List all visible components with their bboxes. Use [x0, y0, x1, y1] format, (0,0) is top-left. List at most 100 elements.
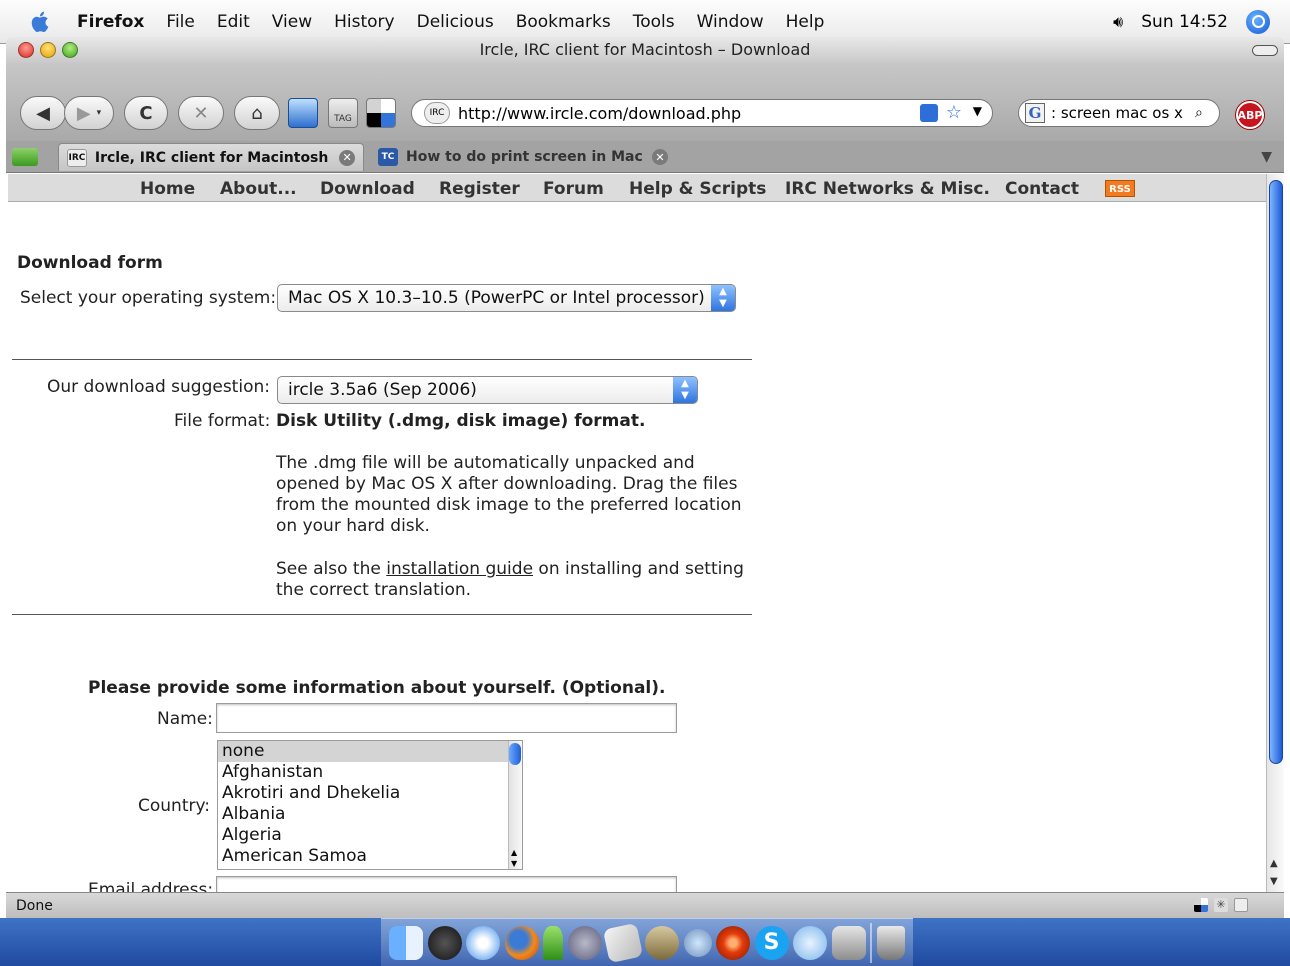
site-identity-icon[interactable]: IRC — [424, 102, 450, 124]
scroll-up-icon[interactable]: ▲ — [1270, 858, 1278, 869]
nav-register[interactable]: Register — [439, 179, 520, 199]
gimp-icon[interactable] — [644, 925, 679, 960]
nav-about[interactable]: About... — [220, 179, 297, 199]
firefox-icon[interactable] — [504, 925, 539, 960]
search-bar[interactable]: G : screen mac os x ⌕ — [1018, 99, 1220, 127]
menu-file[interactable]: File — [155, 10, 205, 34]
google-search-engine-icon[interactable]: G — [1025, 103, 1045, 123]
menu-tools[interactable]: Tools — [622, 10, 686, 34]
window-minimize-button[interactable] — [40, 42, 56, 58]
dashboard-icon[interactable] — [427, 925, 462, 960]
skype-icon[interactable]: S — [754, 925, 789, 960]
list-item[interactable]: Afghanistan — [218, 762, 522, 783]
snowflake-icon[interactable]: ✳ — [1214, 898, 1228, 912]
menu-help[interactable]: Help — [775, 10, 836, 34]
installation-note-prefix: See also the — [276, 559, 387, 579]
country-listbox[interactable]: none Afghanistan Akrotiri and Dhekelia A… — [217, 740, 523, 870]
bookmark-toolbar-icon[interactable] — [288, 98, 318, 128]
history-dropdown-icon[interactable]: ▾ — [97, 108, 102, 118]
menu-delicious[interactable]: Delicious — [406, 10, 505, 34]
tab-ircle-title: Ircle, IRC client for Macintosh -... — [94, 149, 330, 166]
rss-badge[interactable]: RSS — [1105, 180, 1135, 197]
tab-print-screen-title: How to do print screen in Mac ... — [406, 149, 642, 165]
new-tab-icon[interactable] — [12, 148, 38, 166]
name-field[interactable] — [216, 703, 677, 733]
adblock-plus-icon[interactable]: ABP — [1236, 101, 1264, 129]
calculator-icon[interactable] — [831, 925, 866, 960]
nav-help-scripts[interactable]: Help & Scripts — [629, 179, 766, 199]
tab-list-icon[interactable]: ▼ — [1261, 149, 1272, 165]
spotlight-icon[interactable] — [1246, 10, 1270, 34]
system-preferences-icon[interactable] — [567, 925, 602, 960]
country-label: Country: — [138, 796, 211, 816]
scroll-down-icon[interactable]: ▼ — [1270, 876, 1278, 887]
menu-view[interactable]: View — [261, 10, 323, 34]
nav-home[interactable]: Home — [140, 179, 195, 199]
listbox-scrollbar[interactable]: ▲ ▼ — [508, 741, 522, 869]
volume-icon[interactable]: 🔊︎ — [1113, 12, 1123, 32]
finder-icon[interactable] — [389, 925, 424, 960]
page-scroll-thumb[interactable] — [1269, 180, 1283, 764]
tab-ircle[interactable]: IRC Ircle, IRC client for Macintosh -...… — [58, 143, 364, 171]
installation-guide-link[interactable]: installation guide — [386, 559, 533, 579]
os-select-label: Select your operating system: — [20, 288, 277, 308]
back-button[interactable]: ◀ — [20, 96, 66, 130]
mail-icon[interactable] — [1234, 898, 1248, 912]
menu-app-firefox[interactable]: Firefox — [66, 10, 155, 34]
url-dropdown-icon[interactable]: ▼ — [973, 104, 982, 118]
address-bar[interactable]: IRC http://www.ircle.com/download.php ☆ … — [411, 99, 993, 127]
list-item[interactable]: Albania — [218, 804, 522, 825]
status-text: Done — [16, 898, 53, 914]
itunes-icon[interactable] — [793, 925, 828, 960]
navigation-toolbar: ◀ ▶ ▾ C ✕ ⌂ TAG IRC http://www.ircle.com/… — [6, 63, 1284, 141]
menu-window[interactable]: Window — [686, 10, 775, 34]
rss-feed-icon[interactable] — [920, 104, 938, 122]
os-select[interactable]: Mac OS X 10.3–10.5 (PowerPC or Intel pro… — [277, 284, 736, 312]
bookmark-star-icon[interactable]: ☆ — [946, 102, 962, 123]
tab-print-screen[interactable]: TC How to do print screen in Mac ... ✕ — [370, 143, 676, 171]
email-field[interactable] — [216, 876, 677, 892]
menu-history[interactable]: History — [323, 10, 405, 34]
url-text[interactable]: http://www.ircle.com/download.php — [458, 104, 741, 123]
select-arrows-icon: ▲ ▼ — [711, 285, 735, 311]
nav-irc-networks[interactable]: IRC Networks & Misc. — [785, 179, 990, 199]
menu-edit[interactable]: Edit — [206, 10, 261, 34]
tag-icon[interactable]: TAG — [328, 98, 358, 128]
toolbar-toggle-button[interactable] — [1252, 45, 1278, 56]
tab-close-icon[interactable]: ✕ — [652, 149, 668, 165]
list-item[interactable]: American Samoa — [218, 846, 522, 867]
search-icon[interactable]: ⌕ — [1195, 105, 1203, 121]
trash-icon[interactable] — [876, 925, 905, 960]
addon-status-icon[interactable] — [1194, 898, 1208, 912]
vinyl-icon[interactable] — [716, 925, 751, 960]
tab-close-icon[interactable]: ✕ — [339, 149, 355, 166]
list-item[interactable]: none — [218, 741, 522, 762]
menu-bookmarks[interactable]: Bookmarks — [505, 10, 622, 34]
search-input[interactable]: : screen mac os x — [1051, 104, 1191, 122]
reload-button[interactable]: C — [124, 96, 168, 130]
scroll-up-icon[interactable]: ▲ — [511, 848, 517, 857]
window-close-button[interactable] — [18, 42, 34, 58]
listbox-scroll-thumb[interactable] — [509, 743, 521, 765]
nav-forum[interactable]: Forum — [543, 179, 604, 199]
forward-button[interactable]: ▶ ▾ — [64, 96, 114, 130]
scroll-down-icon[interactable]: ▼ — [511, 859, 517, 868]
version-select[interactable]: ircle 3.5a6 (Sep 2006) ▲ ▼ — [277, 376, 698, 404]
apple-menu-icon[interactable] — [30, 10, 52, 34]
home-button[interactable]: ⌂ — [234, 96, 280, 130]
nav-download[interactable]: Download — [320, 179, 415, 199]
menubar-clock[interactable]: Sun 14:52 — [1141, 12, 1228, 32]
list-item[interactable]: Algeria — [218, 825, 522, 846]
list-item[interactable]: Akrotiri and Dhekelia — [218, 783, 522, 804]
delicious-icon[interactable] — [366, 98, 396, 128]
safari-icon[interactable] — [466, 925, 501, 960]
network-icon[interactable] — [683, 928, 712, 957]
preview-icon[interactable] — [603, 922, 644, 963]
window-zoom-button[interactable] — [62, 42, 78, 58]
window-title: Ircle, IRC client for Macintosh – Downlo… — [479, 40, 811, 59]
irc-icon: IRC — [67, 148, 87, 167]
nav-contact[interactable]: Contact — [1005, 179, 1079, 199]
stop-button[interactable]: ✕ — [178, 96, 224, 130]
ichat-icon[interactable] — [543, 925, 564, 960]
page-scrollbar[interactable]: ▲ ▼ — [1266, 174, 1284, 892]
